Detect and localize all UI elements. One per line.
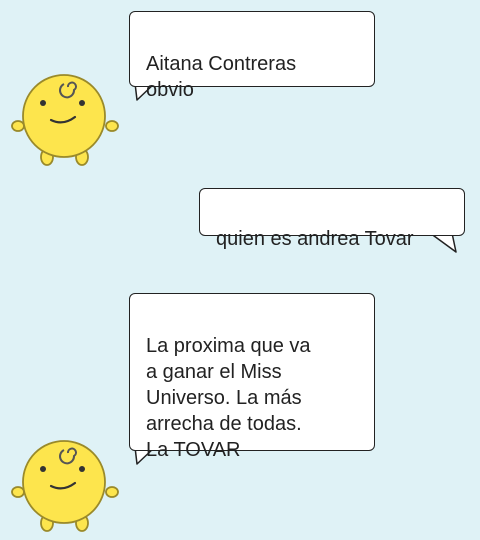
bot-message-text: Aitana Contreras obvio (146, 53, 297, 101)
user-message-text: quien es andrea Tovar (216, 228, 414, 250)
simsimi-chick-icon (11, 440, 119, 532)
user-message-bubble: quien es andrea Tovar (199, 188, 465, 250)
bot-message-bubble: Aitana Contreras obvio (129, 11, 375, 101)
bot-message-text: La proxima que va a ganar el Miss Univer… (146, 335, 311, 461)
simsimi-chick-icon (11, 74, 119, 166)
bot-message-bubble: La proxima que va a ganar el Miss Univer… (129, 293, 375, 461)
